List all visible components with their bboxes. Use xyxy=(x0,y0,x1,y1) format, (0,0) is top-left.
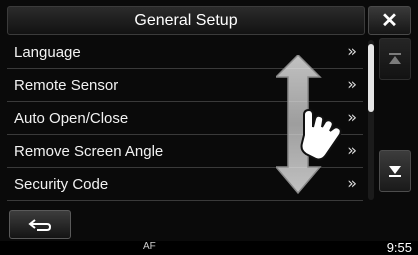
chevron-right-icon: » xyxy=(347,173,357,193)
scroll-top-icon xyxy=(389,53,401,64)
clock: 9:55 xyxy=(386,240,412,255)
chevron-right-icon: » xyxy=(347,107,357,127)
list-item-label: Auto Open/Close xyxy=(14,109,129,127)
header-bar: General Setup xyxy=(7,6,365,35)
back-button[interactable] xyxy=(9,210,71,239)
status-bar: AF 9:55 xyxy=(0,240,418,255)
chevron-right-icon: » xyxy=(347,140,357,160)
page-title: General Setup xyxy=(134,11,238,29)
close-button[interactable]: ✕ xyxy=(368,6,411,35)
swipe-hand-icon xyxy=(276,55,342,195)
scroll-bottom-button[interactable] xyxy=(379,150,411,192)
back-arrow-icon xyxy=(28,218,52,231)
scroll-thumb[interactable] xyxy=(368,44,374,112)
chevron-right-icon: » xyxy=(347,41,357,61)
scrollbar[interactable] xyxy=(368,40,374,200)
list-item-label: Language xyxy=(14,43,81,61)
scroll-bottom-icon xyxy=(389,166,401,177)
list-item-label: Remote Sensor xyxy=(14,76,119,94)
list-item-label: Remove Screen Angle xyxy=(14,142,164,160)
af-indicator: AF xyxy=(143,241,156,252)
screen: General Setup ✕ Language » Remote Sensor… xyxy=(0,0,418,255)
list-item-label: Security Code xyxy=(14,175,109,193)
chevron-right-icon: » xyxy=(347,74,357,94)
close-icon: ✕ xyxy=(381,10,398,32)
scroll-top-button[interactable] xyxy=(379,38,411,80)
